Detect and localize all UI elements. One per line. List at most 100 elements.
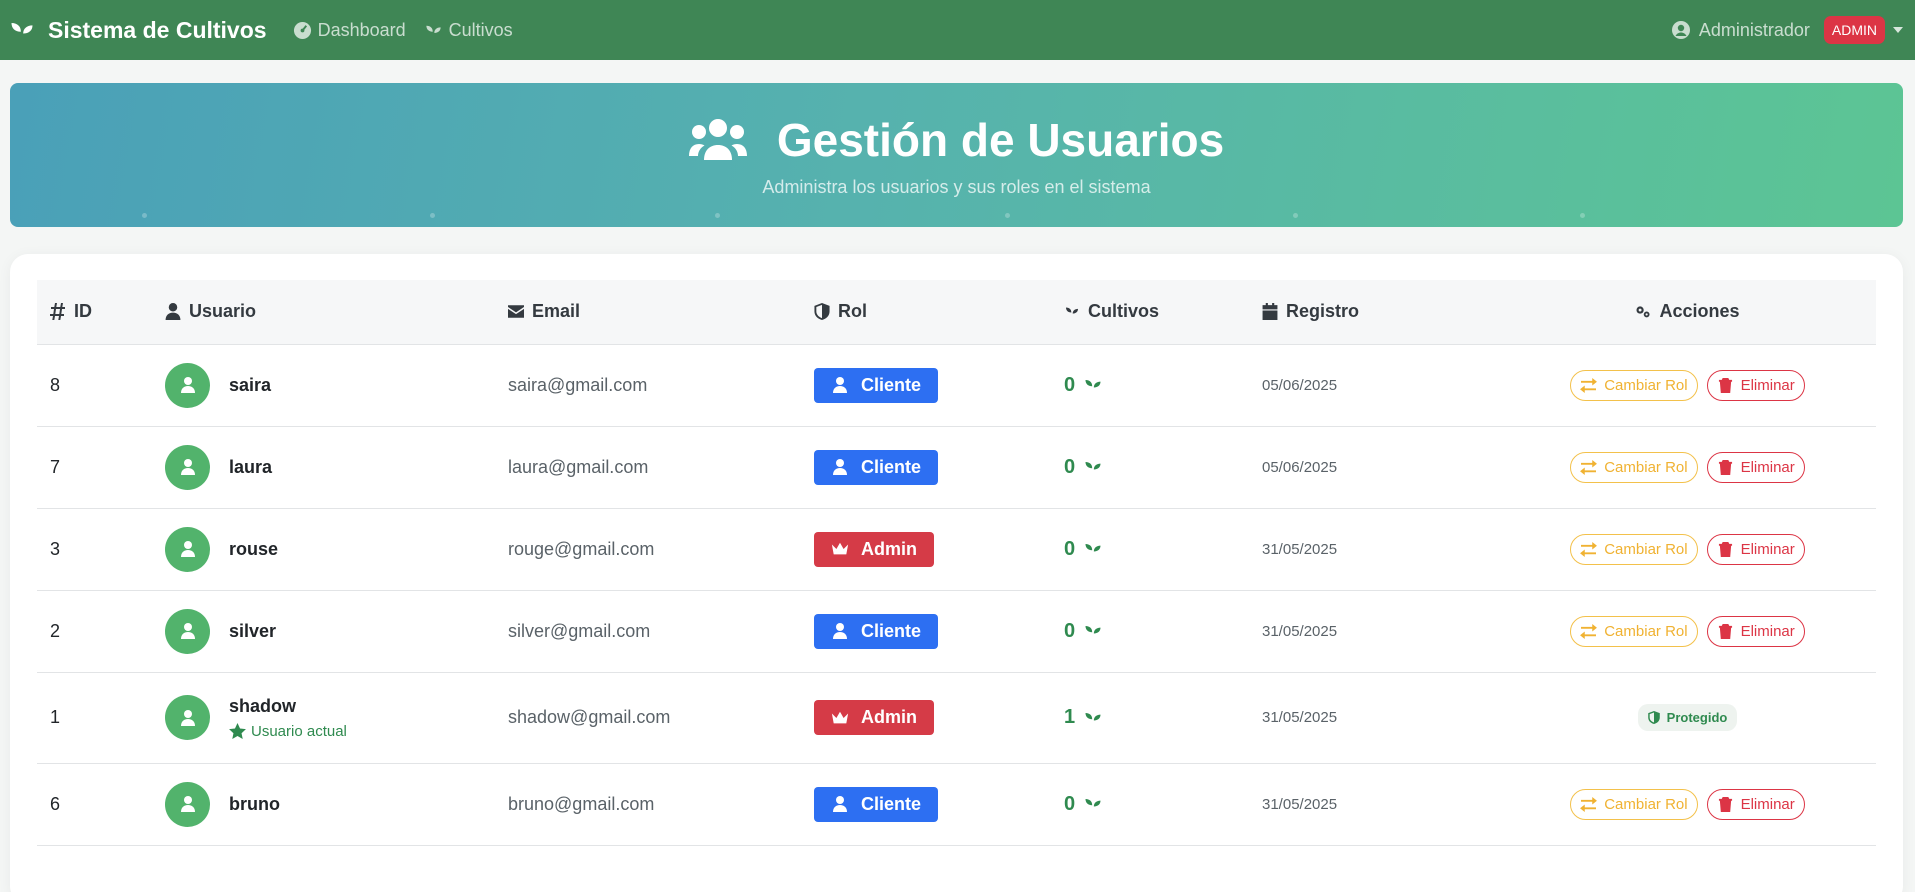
crops-count: 0	[1064, 620, 1236, 643]
registered-date: 05/06/2025	[1262, 376, 1338, 394]
change-role-button[interactable]: Cambiar Rol	[1570, 369, 1698, 401]
registered-date: 31/05/2025	[1262, 622, 1338, 640]
column-header-user[interactable]: Usuario	[152, 280, 495, 345]
user-email: shadow@gmail.com	[508, 707, 671, 727]
delete-button[interactable]: Eliminar	[1706, 451, 1805, 483]
seedling-icon	[1083, 621, 1103, 641]
column-header-crops[interactable]: Cultivos	[1051, 280, 1249, 345]
crops-count: 1	[1064, 706, 1236, 729]
registered-date: 05/06/2025	[1262, 458, 1338, 476]
user-icon	[181, 710, 195, 726]
shield-icon	[814, 303, 830, 320]
change-role-button[interactable]: Cambiar Rol	[1570, 451, 1698, 483]
user-id: 2	[50, 620, 61, 641]
protected-badge: Protegido	[1637, 704, 1738, 731]
seedling-icon	[1083, 794, 1103, 814]
nav-link-label: Cultivos	[448, 19, 513, 40]
user-email: laura@gmail.com	[508, 456, 649, 477]
table-row: 8 saira saira@gmail.com Cliente 0 05/06/…	[37, 344, 1876, 426]
seedling-icon	[1083, 457, 1103, 477]
table-row: 6 bruno bruno@gmail.com Cliente 0 31/05/…	[37, 763, 1876, 845]
brand-title: Sistema de Cultivos	[48, 16, 267, 43]
user-icon	[181, 796, 195, 812]
user-name: silver	[229, 620, 277, 641]
avatar	[165, 444, 210, 490]
top-navbar: Sistema de Cultivos Dashboard Cultivos A…	[0, 0, 1915, 60]
page-header: Gestión de Usuarios Administra los usuar…	[10, 83, 1903, 227]
delete-button[interactable]: Eliminar	[1706, 369, 1805, 401]
user-name: laura	[229, 456, 273, 477]
nav-link-cultivos[interactable]: Cultivos	[424, 20, 513, 41]
table-row: 2 silver silver@gmail.com Cliente 0 31/0…	[37, 590, 1876, 672]
column-header-actions: Acciones	[1499, 280, 1876, 345]
seedling-icon	[8, 16, 36, 44]
table-header-row: ID Usuario Email Rol Cultivos Registro A…	[37, 280, 1876, 345]
seedling-icon	[1083, 375, 1103, 395]
role-badge: Admin	[814, 700, 934, 735]
user-id: 8	[50, 374, 61, 395]
users-card: ID Usuario Email Rol Cultivos Registro A…	[10, 254, 1903, 892]
user-name: shadow	[229, 695, 297, 716]
user-name: bruno	[229, 793, 280, 814]
users-icon	[688, 119, 747, 160]
crown-icon	[831, 541, 849, 557]
crops-count: 0	[1064, 793, 1236, 816]
role-badge: Admin	[814, 531, 934, 567]
trash-icon	[1717, 624, 1734, 639]
crown-icon	[831, 710, 849, 726]
hashtag-icon	[50, 303, 65, 321]
user-icon	[181, 459, 195, 475]
registered-date: 31/05/2025	[1262, 795, 1338, 813]
role-badge: Cliente	[814, 449, 939, 485]
change-role-button[interactable]: Cambiar Rol	[1570, 533, 1698, 565]
crops-count: 0	[1064, 456, 1236, 479]
user-icon	[831, 377, 849, 393]
avatar	[165, 781, 210, 827]
user-icon	[831, 459, 849, 475]
nav-link-label: Dashboard	[317, 19, 406, 40]
user-icon	[831, 796, 849, 812]
avatar	[165, 362, 210, 408]
user-name: rouse	[229, 538, 279, 559]
user-email: saira@gmail.com	[508, 374, 648, 395]
delete-button[interactable]: Eliminar	[1706, 788, 1805, 820]
registered-date: 31/05/2025	[1262, 709, 1338, 726]
user-menu[interactable]: Administrador ADMIN	[1671, 16, 1907, 44]
user-icon	[181, 377, 195, 393]
avatar	[165, 608, 210, 654]
role-badge: Cliente	[814, 786, 939, 822]
seedling-icon	[1083, 539, 1103, 559]
trash-icon	[1717, 797, 1734, 812]
change-role-button[interactable]: Cambiar Rol	[1570, 788, 1698, 820]
swap-icon	[1580, 624, 1597, 639]
star-icon	[229, 723, 246, 739]
page-title: Gestión de Usuarios	[776, 114, 1225, 166]
column-header-email[interactable]: Email	[495, 280, 801, 345]
role-badge: ADMIN	[1823, 16, 1885, 44]
delete-button[interactable]: Eliminar	[1706, 615, 1805, 647]
user-name: Administrador	[1698, 19, 1810, 40]
column-header-id[interactable]: ID	[37, 280, 152, 345]
table-row: 7 laura laura@gmail.com Cliente 0 05/06/…	[37, 426, 1876, 508]
seedling-icon	[1083, 708, 1103, 728]
delete-button[interactable]: Eliminar	[1706, 533, 1805, 565]
column-header-registered[interactable]: Registro	[1249, 280, 1499, 345]
user-icon	[831, 623, 849, 639]
role-badge: Cliente	[814, 613, 939, 649]
gauge-icon	[293, 21, 311, 39]
role-badge: Cliente	[814, 367, 939, 403]
user-icon	[165, 303, 181, 320]
nav-link-dashboard[interactable]: Dashboard	[293, 20, 406, 41]
user-id: 3	[50, 538, 61, 559]
swap-icon	[1580, 797, 1597, 812]
chevron-down-icon[interactable]	[1893, 27, 1903, 33]
user-circle-icon	[1671, 21, 1690, 39]
change-role-button[interactable]: Cambiar Rol	[1570, 615, 1698, 647]
swap-icon	[1580, 460, 1597, 475]
gears-icon	[1636, 306, 1651, 318]
user-email: silver@gmail.com	[508, 620, 651, 641]
brand[interactable]: Sistema de Cultivos	[8, 16, 267, 44]
user-name: saira	[229, 374, 272, 395]
user-email: bruno@gmail.com	[508, 793, 655, 814]
column-header-role[interactable]: Rol	[801, 280, 1051, 345]
